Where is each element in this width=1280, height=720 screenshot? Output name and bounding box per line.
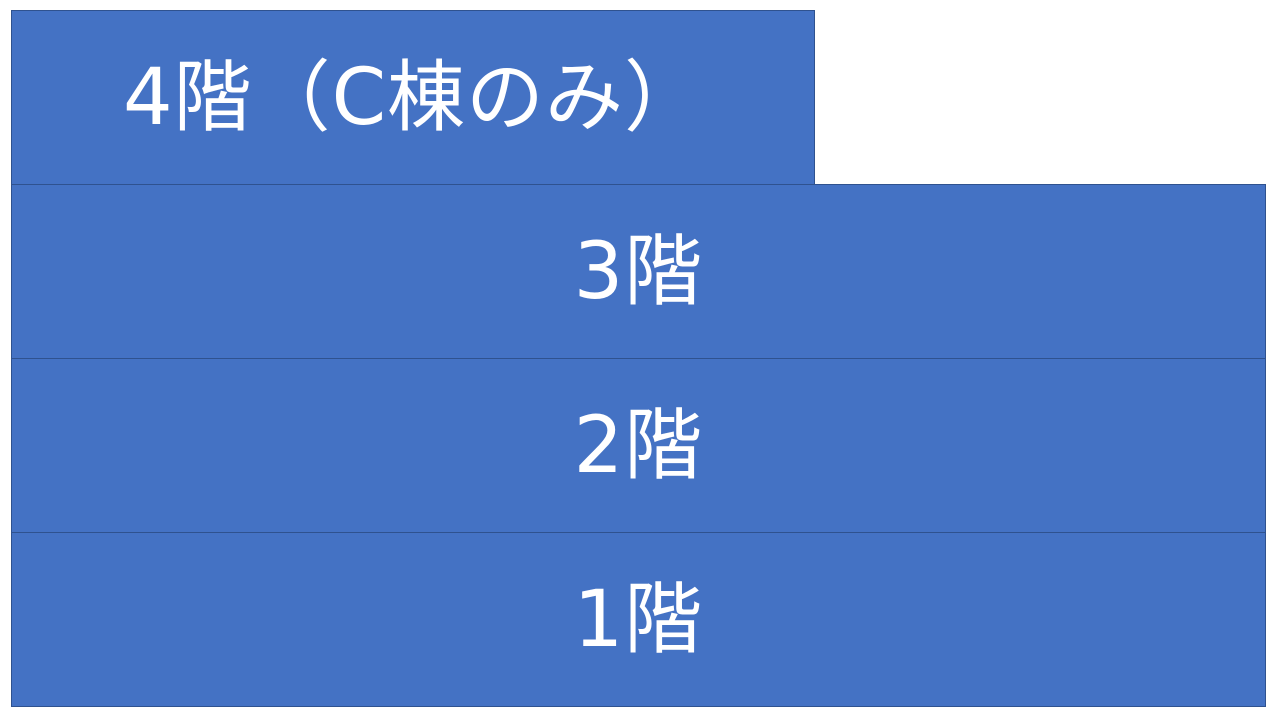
floor-4-block: 4階（C棟のみ） — [11, 10, 815, 185]
floor-1-label: 1階 — [573, 574, 704, 665]
floor-2-label: 2階 — [573, 400, 704, 491]
floor-3-label: 3階 — [573, 226, 704, 317]
floor-2-block: 2階 — [11, 358, 1266, 533]
floor-3-block: 3階 — [11, 184, 1266, 359]
floor-4-label: 4階（C棟のみ） — [122, 52, 704, 143]
floor-1-block: 1階 — [11, 532, 1266, 707]
floor-diagram: 4階（C棟のみ） 3階 2階 1階 — [0, 0, 1280, 720]
